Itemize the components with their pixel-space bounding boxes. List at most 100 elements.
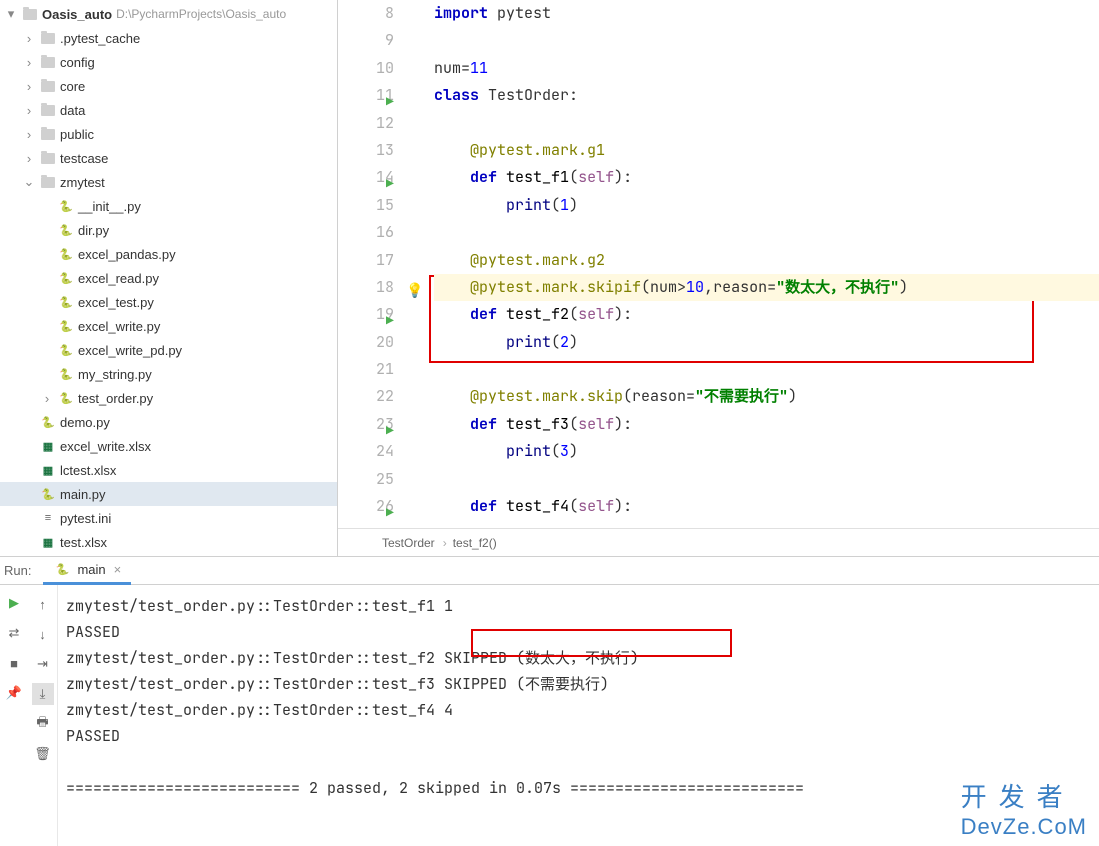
- code-line[interactable]: def test_f3(self):: [434, 411, 1099, 438]
- gutter-line[interactable]: 16: [338, 219, 394, 246]
- code-area[interactable]: import pytest num=11class TestOrder: @pyt…: [404, 0, 1099, 528]
- editor-breadcrumb[interactable]: TestOrder › test_f2(): [338, 528, 1099, 556]
- code-line[interactable]: [434, 356, 1099, 383]
- line-gutter[interactable]: 891011▶121314▶1516171819▶20212223▶242526…: [338, 0, 404, 528]
- down-arrow-icon[interactable]: ↓: [32, 623, 54, 645]
- tree-item[interactable]: ›testcase: [0, 146, 337, 170]
- console-output[interactable]: zmytest/test_order.py::TestOrder::test_f…: [58, 585, 1099, 846]
- code-line[interactable]: @pytest.mark.g1: [434, 137, 1099, 164]
- run-button[interactable]: ▶: [9, 593, 19, 613]
- gutter-line[interactable]: 23▶: [338, 411, 394, 438]
- code-line[interactable]: 💡 @pytest.mark.skipif(num>10,reason="数太大…: [434, 274, 1099, 301]
- gutter-line[interactable]: 26▶: [338, 493, 394, 520]
- tree-item[interactable]: ▦excel_write.xlsx: [0, 434, 337, 458]
- tree-arrow-icon[interactable]: ›: [22, 55, 36, 69]
- code-line[interactable]: print(3): [434, 438, 1099, 465]
- tree-item[interactable]: 🐍main.py: [0, 482, 337, 506]
- tree-item[interactable]: ▦test.xlsx: [0, 530, 337, 554]
- code-line[interactable]: def test_f2(self):: [434, 301, 1099, 328]
- file-icon: 🐍: [58, 318, 74, 334]
- code-line[interactable]: num=11: [434, 55, 1099, 82]
- tree-item[interactable]: 🐍my_string.py: [0, 362, 337, 386]
- tree-item[interactable]: 🐍excel_write.py: [0, 314, 337, 338]
- gutter-line[interactable]: 13: [338, 137, 394, 164]
- file-icon: [40, 150, 56, 166]
- code-line[interactable]: [434, 466, 1099, 493]
- tree-item[interactable]: 🐍__init__.py: [0, 194, 337, 218]
- tree-item[interactable]: ›config: [0, 50, 337, 74]
- tree-arrow-icon[interactable]: ›: [22, 127, 36, 141]
- code-line[interactable]: @pytest.mark.skip(reason="不需要执行"): [434, 383, 1099, 410]
- tree-item[interactable]: 🐍 dir.py: [0, 218, 337, 242]
- gutter-line[interactable]: 18: [338, 274, 394, 301]
- run-tab-main[interactable]: 🐍 main ×: [43, 557, 131, 585]
- tree-item[interactable]: ›🐍test_order.py: [0, 386, 337, 410]
- code-line[interactable]: @pytest.mark.g2: [434, 247, 1099, 274]
- scroll-to-end-button[interactable]: ⤓: [32, 683, 54, 705]
- tree-item[interactable]: 🐍excel_pandas.py: [0, 242, 337, 266]
- file-icon: [40, 174, 56, 190]
- tree-item[interactable]: ›data: [0, 98, 337, 122]
- breadcrumb-item[interactable]: TestOrder: [382, 536, 435, 550]
- tree-item[interactable]: ›public: [0, 122, 337, 146]
- tree-item-label: excel_write.xlsx: [60, 439, 151, 454]
- gutter-line[interactable]: 22: [338, 383, 394, 410]
- gutter-line[interactable]: 21: [338, 356, 394, 383]
- chevron-down-icon[interactable]: ▾: [4, 7, 18, 21]
- print-button[interactable]: 🖶: [32, 713, 54, 735]
- tree-item[interactable]: 🐍excel_read.py: [0, 266, 337, 290]
- gutter-line[interactable]: 8: [338, 0, 394, 27]
- tree-arrow-icon[interactable]: ⌄: [22, 175, 36, 189]
- gutter-line[interactable]: 11▶: [338, 82, 394, 109]
- code-line[interactable]: [434, 110, 1099, 137]
- gutter-line[interactable]: 15: [338, 192, 394, 219]
- gutter-line[interactable]: 10: [338, 55, 394, 82]
- tree-item[interactable]: ›core: [0, 74, 337, 98]
- intention-bulb-icon[interactable]: 💡: [406, 278, 423, 305]
- gutter-line[interactable]: 9: [338, 27, 394, 54]
- file-icon: [40, 30, 56, 46]
- tree-item[interactable]: ▦lctest.xlsx: [0, 458, 337, 482]
- tree-item[interactable]: ≡pytest.ini: [0, 506, 337, 530]
- tree-arrow-icon[interactable]: ›: [22, 79, 36, 93]
- tree-root[interactable]: ▾ Oasis_auto D:\PycharmProjects\Oasis_au…: [0, 2, 337, 26]
- tree-item[interactable]: 🐍excel_test.py: [0, 290, 337, 314]
- close-icon[interactable]: ×: [114, 562, 122, 577]
- stop-button[interactable]: ■: [10, 653, 18, 673]
- project-tree[interactable]: ▾ Oasis_auto D:\PycharmProjects\Oasis_au…: [0, 0, 338, 556]
- code-line[interactable]: import pytest: [434, 0, 1099, 27]
- code-line[interactable]: print(1): [434, 192, 1099, 219]
- gutter-line[interactable]: 14▶: [338, 164, 394, 191]
- tree-item[interactable]: ⌄ zmytest: [0, 170, 337, 194]
- run-toolbar-left: ▶ ⇄ ■ 📌: [0, 585, 28, 846]
- tree-arrow-icon[interactable]: ›: [22, 151, 36, 165]
- up-arrow-icon[interactable]: ↑: [32, 593, 54, 615]
- gutter-line[interactable]: 17: [338, 247, 394, 274]
- code-line[interactable]: print(2): [434, 329, 1099, 356]
- code-line[interactable]: class TestOrder:: [434, 82, 1099, 109]
- tree-item-label: dir.py: [78, 223, 109, 238]
- tree-item[interactable]: 🐍demo.py: [0, 410, 337, 434]
- gutter-line[interactable]: 12: [338, 110, 394, 137]
- gutter-line[interactable]: 19▶: [338, 301, 394, 328]
- gutter-line[interactable]: 25: [338, 466, 394, 493]
- breadcrumb-item[interactable]: test_f2(): [453, 536, 497, 550]
- tree-item[interactable]: 🐍excel_write_pd.py: [0, 338, 337, 362]
- tree-arrow-icon[interactable]: ›: [22, 103, 36, 117]
- run-gutter-icon[interactable]: ▶: [386, 499, 394, 526]
- tree-arrow-icon[interactable]: ›: [22, 31, 36, 45]
- gutter-line[interactable]: 20: [338, 329, 394, 356]
- tree-arrow-icon[interactable]: ›: [40, 391, 54, 405]
- gutter-line[interactable]: 24: [338, 438, 394, 465]
- toggle-button[interactable]: ⇄: [9, 623, 20, 643]
- tree-item[interactable]: ›.pytest_cache: [0, 26, 337, 50]
- tree-item-label: zmytest: [60, 175, 105, 190]
- soft-wrap-button[interactable]: ⇥: [32, 653, 54, 675]
- code-line[interactable]: def test_f1(self):: [434, 164, 1099, 191]
- pin-button[interactable]: 📌: [6, 683, 22, 703]
- code-line[interactable]: [434, 219, 1099, 246]
- code-line[interactable]: def test_f4(self):: [434, 493, 1099, 520]
- code-line[interactable]: [434, 27, 1099, 54]
- delete-button[interactable]: 🗑: [32, 743, 54, 765]
- file-icon: 🐍: [58, 222, 74, 238]
